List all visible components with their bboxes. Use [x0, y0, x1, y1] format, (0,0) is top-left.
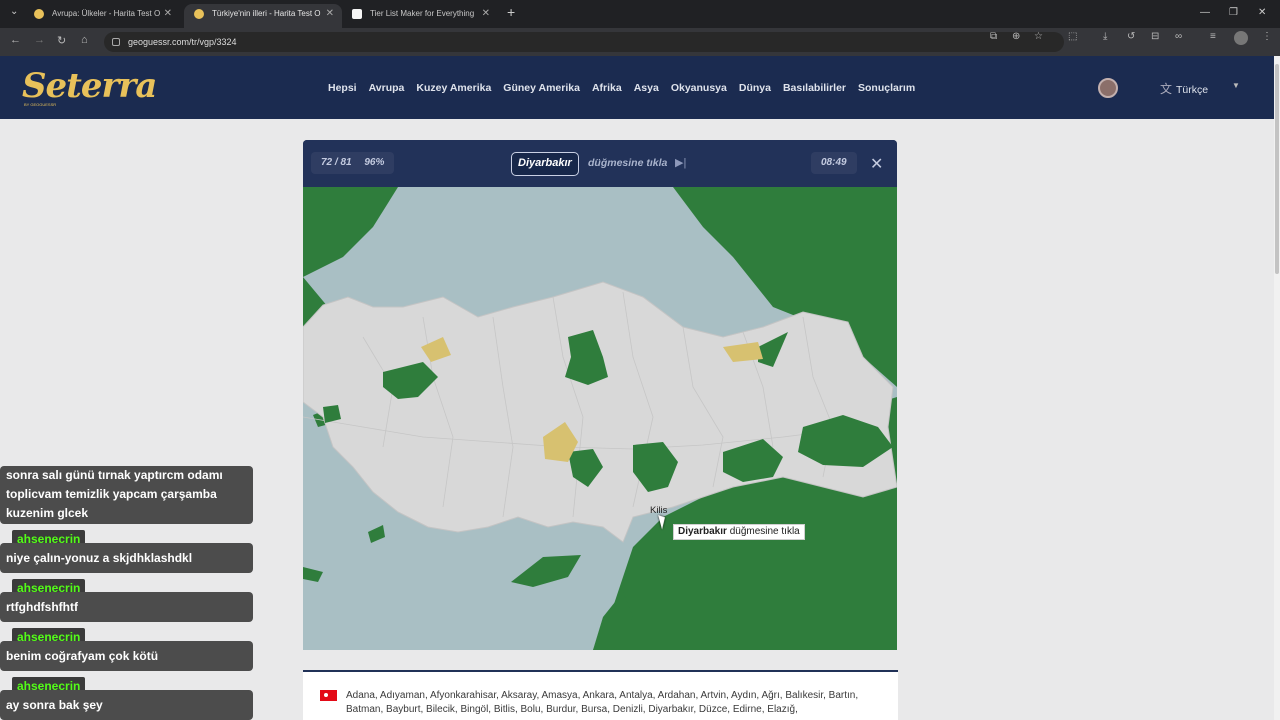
tab-title: Avrupa: Ülkeler - Harita Test O	[52, 9, 161, 18]
skip-icon[interactable]: ▶|	[675, 156, 686, 169]
media-icon[interactable]: ≡	[1210, 31, 1216, 42]
seterra-logo[interactable]: Seterra	[22, 66, 157, 106]
seterra-favicon-icon	[34, 9, 44, 19]
chat-text: benim coğrafyam çok kötü	[6, 649, 159, 663]
progress-value: 72 / 81	[321, 157, 352, 168]
site-header: Seterra BY GEOGUESSR Hepsi Avrupa Kuzey …	[0, 56, 1274, 119]
map-svg[interactable]	[303, 187, 897, 650]
progress-counter: 72 / 81 96%	[311, 152, 395, 174]
tab-search-icon[interactable]: ⌄	[10, 6, 18, 17]
tierlist-favicon-icon	[352, 9, 362, 19]
nav-basilabilirler[interactable]: Basılabilirler	[783, 82, 846, 94]
browser-tab-1[interactable]: Avrupa: Ülkeler - Harita Test O ✕	[24, 4, 180, 28]
chat-text: rtfghdfshfhtf	[6, 600, 78, 614]
close-tab-icon[interactable]: ✕	[482, 4, 490, 24]
chat-message-4: benim coğrafyam çok kötü	[0, 641, 253, 671]
provinces-list: Adana, Adıyaman, Afyonkarahisar, Aksaray…	[346, 690, 859, 715]
nav-asya[interactable]: Asya	[634, 82, 659, 94]
browser-tab-strip: ⌄ Avrupa: Ülkeler - Harita Test O ✕ Türk…	[0, 0, 1280, 28]
main-nav: Hepsi Avrupa Kuzey Amerika Güney Amerika…	[328, 82, 915, 94]
extensions-icon[interactable]: ⬚	[1068, 31, 1077, 42]
translate-icon[interactable]: ⊟	[1151, 31, 1159, 42]
nav-guney-amerika[interactable]: Güney Amerika	[503, 82, 580, 94]
nav-okyanusya[interactable]: Okyanusya	[671, 82, 727, 94]
browser-toolbar: ← → ↻ ⌂ geoguessr.com/tr/vgp/3324 ⧉ ⊕ ☆ …	[0, 28, 1280, 56]
history-icon[interactable]: ↺	[1127, 31, 1135, 42]
provinces-list-panel: Adana, Adıyaman, Afyonkarahisar, Aksaray…	[303, 670, 898, 720]
address-bar[interactable]: geoguessr.com/tr/vgp/3324	[104, 32, 1064, 52]
logo-subtitle: BY GEOGUESSR	[24, 102, 57, 107]
forward-icon[interactable]: →	[34, 34, 45, 46]
nav-dunya[interactable]: Dünya	[739, 82, 771, 94]
chat-text: niye çalın-yonuz a skjdhklashdkl	[6, 551, 193, 565]
tab-title: Tier List Maker for Everything	[370, 9, 475, 18]
browser-tab-2[interactable]: Türkiye'nin illeri - Harita Test O ✕	[184, 4, 342, 28]
link-icon[interactable]: ∞	[1175, 31, 1182, 42]
download-icon[interactable]: ⤓	[1103, 31, 1107, 42]
chat-message-3: rtfghdfshfhtf	[0, 592, 253, 622]
nav-sonuclarim[interactable]: Sonuçlarım	[858, 82, 915, 94]
nav-kuzey-amerika[interactable]: Kuzey Amerika	[416, 82, 491, 94]
chevron-down-icon[interactable]: ▼	[1232, 81, 1240, 90]
user-avatar[interactable]	[1098, 78, 1118, 98]
prompt-text: düğmesine tıkla	[588, 157, 668, 169]
hint-target: Diyarbakır	[678, 526, 727, 537]
scrollbar-thumb[interactable]	[1275, 64, 1279, 274]
game-toolbar: 72 / 81 96% Diyarbakır düğmesine tıkla ▶…	[303, 140, 897, 187]
nav-afrika[interactable]: Afrika	[592, 82, 622, 94]
menu-icon[interactable]: ⋮	[1262, 31, 1272, 42]
score-value: 96%	[364, 157, 385, 168]
minimize-icon[interactable]: —	[1200, 7, 1210, 18]
hint-suffix: düğmesine tıkla	[726, 526, 800, 537]
bookmark-star-icon[interactable]: ☆	[1034, 31, 1043, 42]
translate-icon: 文	[1160, 82, 1173, 96]
page-scrollbar[interactable]	[1274, 56, 1280, 720]
seterra-favicon-icon	[194, 9, 204, 19]
chat-message-1: sonra salı günü tırnak yaptırcm odamı to…	[0, 466, 253, 524]
browser-tab-3[interactable]: Tier List Maker for Everything ✕	[342, 4, 498, 28]
back-icon[interactable]: ←	[10, 34, 21, 46]
chat-message-5: ay sonra bak şey	[0, 690, 253, 720]
install-icon[interactable]: ⧉	[990, 31, 997, 42]
close-game-icon[interactable]: ✕	[870, 154, 883, 174]
profile-icon[interactable]	[1234, 31, 1248, 45]
window-close-icon[interactable]: ✕	[1258, 7, 1266, 18]
reload-icon[interactable]: ↻	[57, 34, 66, 47]
cursor-hint-tooltip: Diyarbakır düğmesine tıkla	[673, 524, 805, 540]
site-info-icon[interactable]	[112, 38, 120, 46]
home-icon[interactable]: ⌂	[81, 34, 88, 46]
turkey-flag-icon	[320, 690, 337, 701]
turkey-map[interactable]	[303, 187, 897, 650]
nav-hepsi[interactable]: Hepsi	[328, 82, 357, 94]
url-text: geoguessr.com/tr/vgp/3324	[128, 37, 237, 47]
chat-text: sonra salı günü tırnak yaptırcm odamı to…	[6, 468, 223, 520]
chat-text: ay sonra bak şey	[6, 698, 103, 712]
restore-icon[interactable]: ❐	[1229, 7, 1238, 18]
language-label: Türkçe	[1176, 84, 1209, 96]
nav-avrupa[interactable]: Avrupa	[369, 82, 405, 94]
game-panel: 72 / 81 96% Diyarbakır düğmesine tıkla ▶…	[303, 140, 897, 650]
new-tab-button[interactable]: +	[507, 4, 515, 20]
target-province: Diyarbakır	[511, 152, 579, 176]
zoom-icon[interactable]: ⊕	[1012, 31, 1020, 42]
chat-message-2: niye çalın-yonuz a skjdhklashdkl	[0, 543, 253, 573]
tab-title: Türkiye'nin illeri - Harita Test O	[212, 9, 321, 18]
close-tab-icon[interactable]: ✕	[164, 4, 172, 24]
close-tab-icon[interactable]: ✕	[326, 4, 334, 24]
language-selector[interactable]: 文 Türkçe	[1160, 80, 1208, 97]
timer: 08:49	[811, 152, 857, 174]
